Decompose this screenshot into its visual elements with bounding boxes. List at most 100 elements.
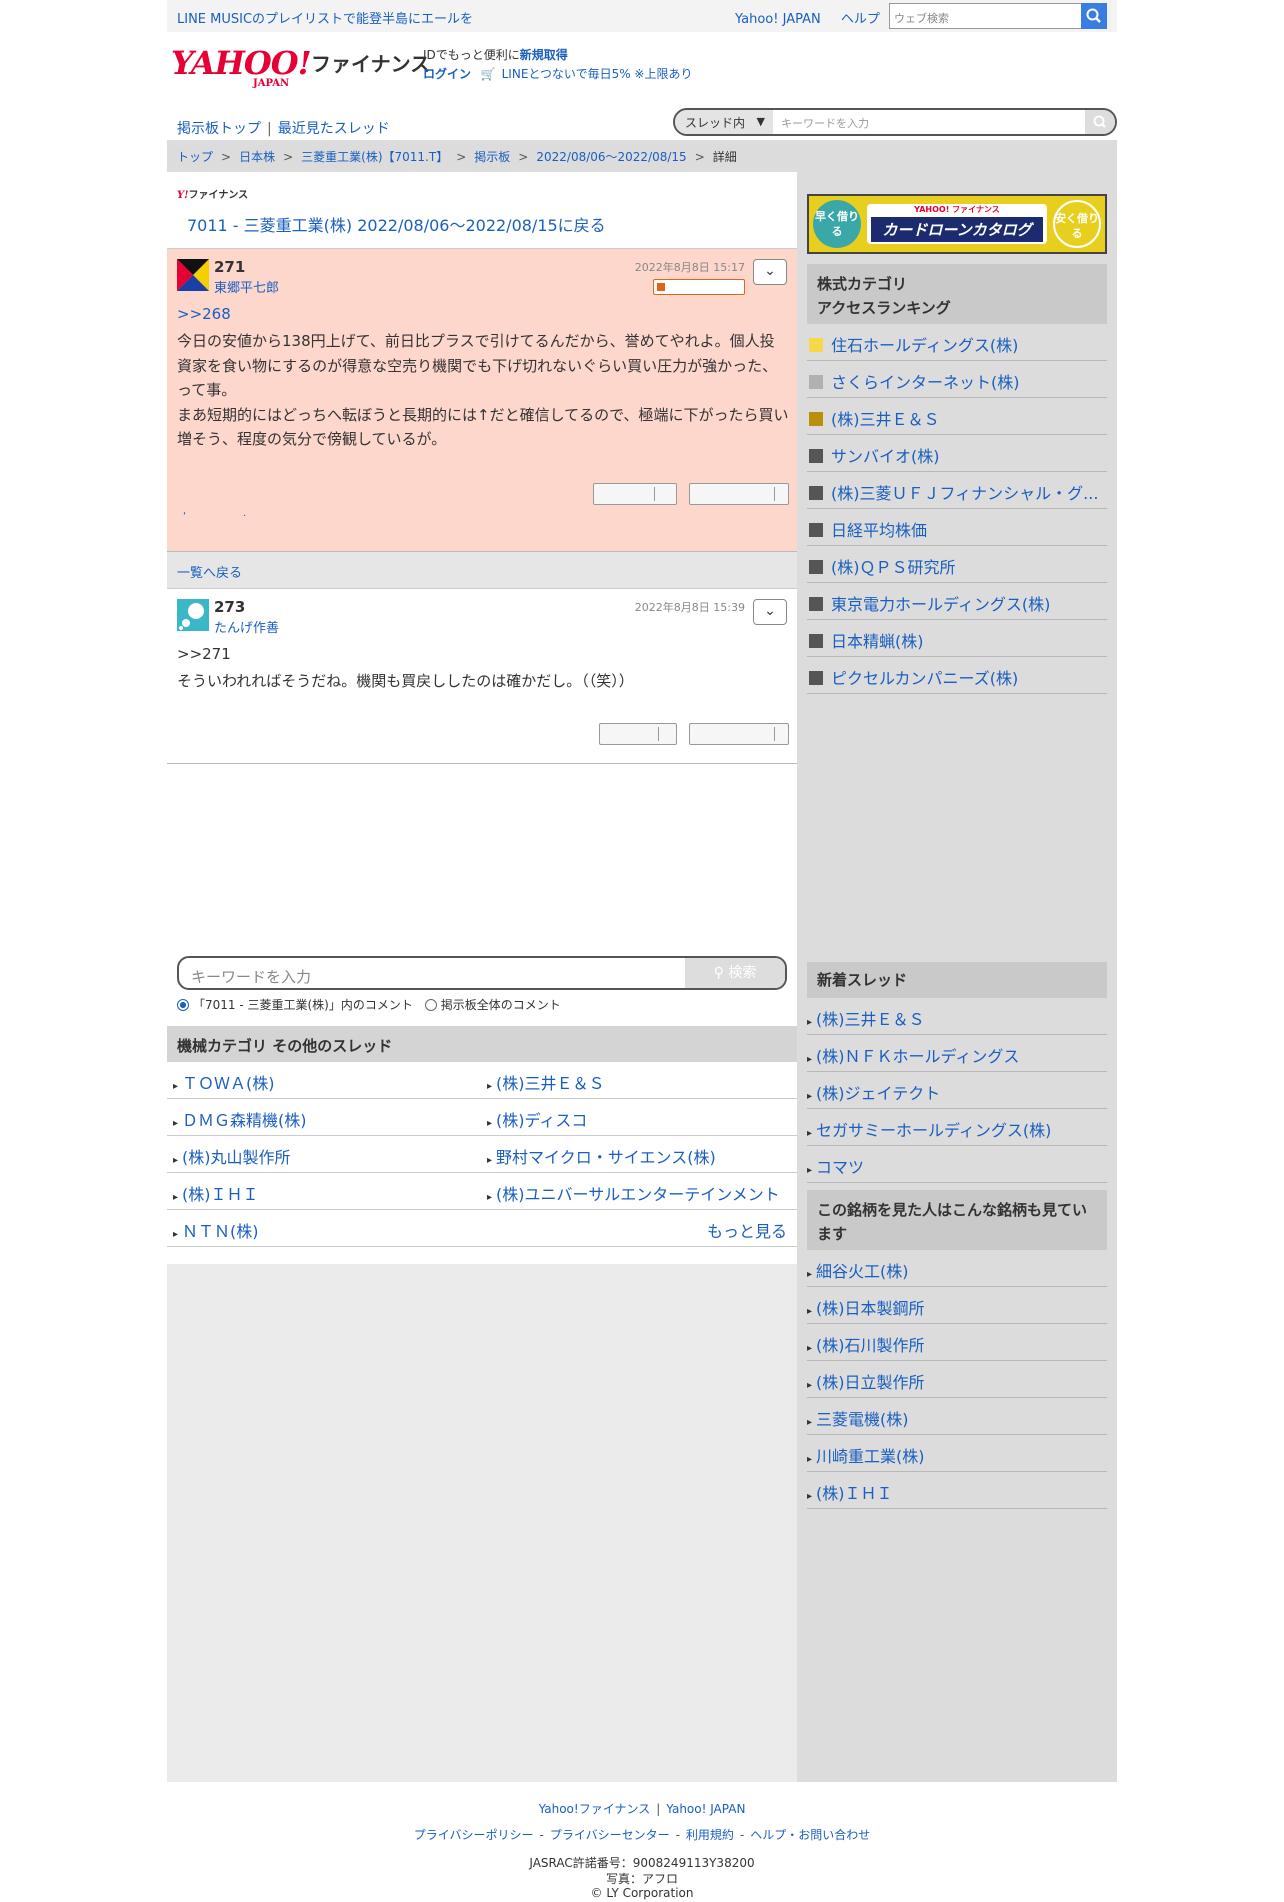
privacy-center-link[interactable]: プライバシーセンター: [550, 1828, 670, 1842]
also-viewed-item[interactable]: ▸ (株)石川製作所: [807, 1324, 1107, 1361]
arrow-icon: ▸: [487, 1192, 493, 1203]
card-loan-banner[interactable]: 早く借りる YAHOO! ファイナンス カードローンカタログ 安く借りる: [807, 194, 1107, 254]
promo-link[interactable]: LINE MUSICのプレイリストで能登半島にエールを: [177, 8, 473, 27]
ranking-item[interactable]: (株)ＱＰＳ研究所: [807, 546, 1107, 583]
footer-finance-link[interactable]: Yahoo!ファイナンス: [539, 1802, 651, 1816]
category-row: ▸ ＴＯＷＡ(株) ▸ (株)三井Ｅ＆Ｓ: [167, 1062, 797, 1099]
post-number[interactable]: 271: [214, 258, 245, 276]
post-author[interactable]: たんげ作善: [214, 617, 279, 636]
recent-threads-link[interactable]: 最近見たスレッド: [278, 121, 390, 137]
new-thread-item[interactable]: ▸ セガサミーホールディングス(株): [807, 1109, 1107, 1146]
category-link[interactable]: (株)ＩＨＩ: [182, 1185, 259, 1204]
like-button[interactable]: [599, 723, 677, 745]
post-author[interactable]: 東郷平七郎: [214, 277, 279, 296]
more-threads-link[interactable]: もっと見る: [707, 1218, 787, 1242]
jasrac-number: JASRAC許諾番号：9008249113Y38200: [529, 1856, 755, 1870]
rank-square-icon: [809, 671, 823, 685]
finance-logo-text[interactable]: ファイナンス: [311, 48, 430, 77]
terms-link[interactable]: 利用規約: [686, 1828, 734, 1842]
category-link[interactable]: ＴＯＷＡ(株): [182, 1074, 275, 1093]
board-top-link[interactable]: 掲示板トップ: [177, 121, 261, 137]
arrow-icon: ▸: [807, 1128, 813, 1139]
new-thread-item[interactable]: ▸ (株)三井Ｅ＆Ｓ: [807, 998, 1107, 1035]
avatar[interactable]: [177, 599, 209, 631]
back-to-thread-link[interactable]: 7011 - 三菱重工業(株) 2022/08/06〜2022/08/15に戻る: [187, 212, 606, 236]
post-menu-button[interactable]: ⌄: [753, 599, 787, 625]
also-viewed-item[interactable]: ▸ (株)日本製鋼所: [807, 1287, 1107, 1324]
thread-search-input[interactable]: キーワードを入力: [781, 115, 869, 131]
signup-link[interactable]: 新規取得: [520, 48, 568, 62]
ranking-item[interactable]: さくらインターネット(株): [807, 361, 1107, 398]
web-search-input[interactable]: ウェブ検索: [889, 3, 1085, 29]
rank-square-icon: [809, 523, 823, 537]
radio-in-thread[interactable]: [177, 999, 189, 1011]
login-link[interactable]: ログイン: [423, 67, 471, 81]
line-promo-link[interactable]: LINEとつないで毎日5% ※上限あり: [502, 67, 693, 81]
like-button[interactable]: [593, 483, 677, 505]
keyword-search-button[interactable]: ⚲ 検索: [685, 958, 785, 988]
yahoo-logo[interactable]: YAHOO!: [171, 44, 312, 82]
sentiment-dot: [657, 283, 665, 291]
rank-square-icon: [809, 597, 823, 611]
category-link[interactable]: (株)ユニバーサルエンターテインメント: [496, 1185, 780, 1204]
category-link[interactable]: (株)丸山製作所: [182, 1148, 291, 1167]
new-thread-item[interactable]: ▸ コマツ: [807, 1146, 1107, 1183]
breadcrumb-top[interactable]: トップ: [177, 150, 213, 164]
also-viewed-item[interactable]: ▸ (株)ＩＨＩ: [807, 1472, 1107, 1509]
also-viewed-item[interactable]: ▸ 三菱電機(株): [807, 1398, 1107, 1435]
reply-anchor-link[interactable]: >>268: [177, 305, 231, 323]
small-mark-icon: ‘: [183, 511, 187, 522]
ranking-item[interactable]: サンバイオ(株): [807, 435, 1107, 472]
id-promo: IDでもっと便利に新規取得: [423, 48, 568, 62]
radio-whole-board[interactable]: [424, 999, 437, 1011]
category-link[interactable]: ＮＴＮ(株): [182, 1222, 259, 1241]
post-number[interactable]: 273: [214, 598, 245, 616]
top-links: Yahoo! JAPAN ヘルプ: [735, 8, 896, 27]
back-to-list-link[interactable]: 一覧へ戻る: [177, 566, 242, 581]
category-link[interactable]: ＤＭＧ森精機(株): [182, 1111, 307, 1130]
help-contact-link[interactable]: ヘルプ・お問い合わせ: [750, 1828, 870, 1842]
privacy-policy-link[interactable]: プライバシーポリシー: [414, 1828, 534, 1842]
also-viewed-item[interactable]: ▸ (株)日立製作所: [807, 1361, 1107, 1398]
cart-icon: 🛒: [480, 67, 496, 81]
search-scope-select[interactable]: スレッド内 ▼: [675, 110, 773, 134]
new-thread-item[interactable]: ▸ (株)ジェイテクト: [807, 1072, 1107, 1109]
keyword-search-input[interactable]: キーワードを入力: [191, 966, 311, 987]
breadcrumb-stock[interactable]: 三菱重工業(株)【7011.T】: [301, 150, 448, 164]
category-link[interactable]: 野村マイクロ・サイエンス(株): [496, 1148, 716, 1167]
ranking-item[interactable]: 日本精蝋(株): [807, 620, 1107, 657]
copyright: © LY Corporation: [590, 1886, 694, 1900]
arrow-icon: ▸: [807, 1017, 813, 1028]
top-bar: LINE MUSICのプレイリストで能登半島にエールを Yahoo! JAPAN…: [167, 0, 1117, 32]
ranking-item[interactable]: 東京電力ホールディングス(株): [807, 583, 1107, 620]
reply-anchor-text[interactable]: >>271: [177, 645, 231, 663]
rank-square-icon: [809, 338, 823, 352]
category-link[interactable]: (株)ディスコ: [496, 1111, 587, 1130]
rank-square-icon: [809, 560, 823, 574]
dislike-button[interactable]: [689, 723, 789, 745]
ranking-item[interactable]: 日経平均株価: [807, 509, 1107, 546]
breadcrumb-board[interactable]: 掲示板: [474, 150, 510, 164]
dislike-button[interactable]: [689, 483, 789, 505]
category-link[interactable]: (株)三井Ｅ＆Ｓ: [496, 1074, 605, 1093]
thread-search-button[interactable]: [1085, 110, 1115, 134]
web-search-button[interactable]: [1081, 3, 1107, 29]
footer-yahoo-link[interactable]: Yahoo! JAPAN: [666, 1802, 745, 1816]
post-menu-button[interactable]: ⌄: [753, 259, 787, 285]
avatar[interactable]: [177, 259, 209, 291]
ranking-item[interactable]: ピクセルカンパニーズ(株): [807, 657, 1107, 694]
breadcrumb-period[interactable]: 2022/08/06〜2022/08/15: [536, 150, 686, 164]
also-viewed-item[interactable]: ▸ 川崎重工業(株): [807, 1435, 1107, 1472]
rank-square-icon: [809, 449, 823, 463]
ranking-item[interactable]: (株)三菱ＵＦＪフィナンシャル・グ...: [807, 472, 1107, 509]
yahoo-japan-link[interactable]: Yahoo! JAPAN: [735, 12, 821, 27]
also-viewed-item[interactable]: ▸ 細谷火工(株): [807, 1250, 1107, 1287]
ranking-item[interactable]: (株)三井Ｅ＆Ｓ: [807, 398, 1107, 435]
arrow-icon: ▸: [807, 1343, 813, 1354]
also-viewed-header: この銘柄を見た人はこんな銘柄も見ています: [807, 1190, 1107, 1250]
photo-credit: 写真：アフロ: [605, 1872, 678, 1886]
breadcrumb-jp-stocks[interactable]: 日本株: [239, 150, 275, 164]
help-link[interactable]: ヘルプ: [841, 12, 880, 27]
new-thread-item[interactable]: ▸ (株)ＮＦＫホールディングス: [807, 1035, 1107, 1072]
ranking-item[interactable]: 住石ホールディングス(株): [807, 324, 1107, 361]
